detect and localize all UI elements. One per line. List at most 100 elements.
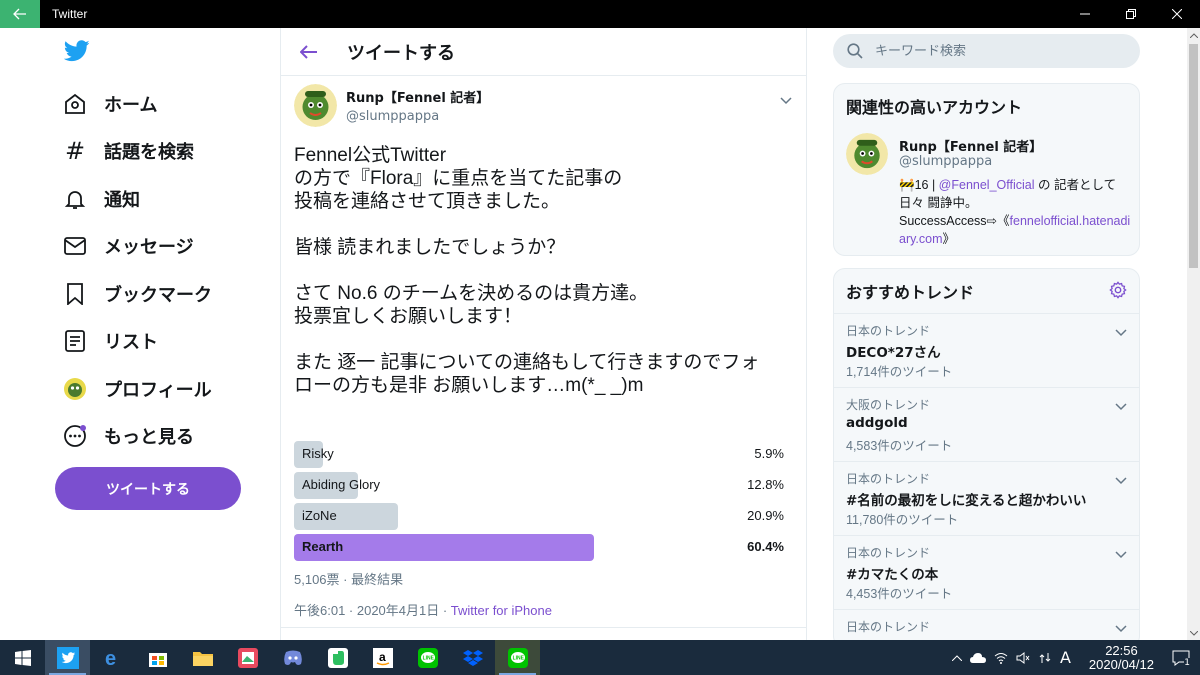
close-button[interactable] [1154,0,1200,28]
network-status-icon[interactable] [1038,652,1052,664]
hashtag-icon: # [64,137,86,165]
trend-context: 日本のトレンド [846,472,931,486]
windows-start-icon[interactable] [0,640,45,675]
amazon-icon[interactable]: a [360,640,405,675]
related-account-avatar[interactable] [846,133,888,175]
store-icon[interactable] [135,640,180,675]
compose-tweet-button[interactable]: ツイートする [55,467,241,510]
chevron-down-icon[interactable] [1115,544,1127,563]
gear-icon [1109,281,1127,299]
trends-settings-button[interactable] [1109,281,1127,303]
file-explorer-icon[interactable] [180,640,225,675]
trend-name: DECO*27さん [846,345,941,361]
discord-icon[interactable] [270,640,315,675]
tweet-detail-header: ツイートする [281,28,806,76]
poll-option-percent: 60.4% [747,539,784,554]
trend-name: addgold [846,415,908,431]
left-navigation: ホーム # 話題を検索 通知 メッセージ ブックマーク リスト プロフィール も… [0,28,280,640]
tweet-author[interactable]: Runp【Fennel 記者】 @slumppappa [346,87,489,124]
chevron-down-icon[interactable] [1115,396,1127,415]
trend-item[interactable]: 日本のトレンド DECO*27さん 1,714件のツイート [834,313,1139,387]
nav-profile[interactable]: プロフィール [62,371,212,407]
trend-item[interactable]: 大阪のトレンド addgold 4,583件のツイート [834,387,1139,461]
nav-lists[interactable]: リスト [62,323,158,359]
nav-messages-label: メッセージ [104,237,194,258]
trend-name: #カマたくの本 [846,567,939,583]
divider [281,627,806,628]
poll-option: Abiding Glory 12.8% [294,472,784,499]
chevron-down-icon [780,97,792,105]
trend-item[interactable]: 日本のトレンド [834,609,1139,640]
search-input[interactable] [875,43,1115,59]
scroll-down-arrow-icon[interactable] [1187,626,1200,640]
nav-notifications[interactable]: 通知 [62,181,140,217]
scrollbar-thumb[interactable] [1189,44,1198,268]
twitter-logo-icon[interactable] [63,40,90,66]
nav-home[interactable]: ホーム [62,86,157,122]
related-accounts-title: 関連性の高いアカウント [846,98,1023,117]
nav-explore-label: 話題を検索 [104,142,194,163]
svg-text:LINE: LINE [512,655,524,661]
system-clock[interactable]: 22:56 2020/04/12 [1085,643,1158,672]
scroll-up-arrow-icon[interactable] [1187,28,1200,42]
wifi-icon[interactable] [994,652,1008,664]
onedrive-cloud-icon[interactable] [969,652,986,663]
poll-option-label: iZoNe [302,508,337,523]
restore-button[interactable] [1108,0,1154,28]
dropbox-icon[interactable] [450,640,495,675]
poll-option: iZoNe 20.9% [294,503,784,530]
bio-mention-link[interactable]: @Fennel_Official [939,178,1035,192]
back-button[interactable] [0,0,40,28]
poll-option-percent: 12.8% [747,477,784,492]
poll-meta: 5,106票 · 最終結果 [294,572,404,587]
trend-tweet-count: 4,583件のツイート [846,439,953,453]
notification-center-icon[interactable]: 1 [1172,650,1190,668]
svg-text:a: a [379,650,386,664]
twitter-app-icon[interactable] [45,640,90,675]
tweet-source-link[interactable]: Twitter for iPhone [451,603,552,618]
trend-tweet-count: 1,714件のツイート [846,365,953,379]
related-account-name[interactable]: Runp【Fennel 記者】 [899,136,1042,155]
author-avatar[interactable] [294,84,337,127]
trend-item[interactable]: 日本のトレンド #カマたくの本 4,453件のツイート [834,535,1139,609]
nav-bookmarks[interactable]: ブックマーク [62,276,212,312]
nav-notifications-label: 通知 [104,190,140,211]
tweet-text: Fennel公式Twitter の方で『Flora』に重点を当てた記事の 投稿を… [294,145,760,396]
trend-context: 日本のトレンド [846,324,931,338]
svg-text:LINE: LINE [422,655,434,661]
page-title: ツイートする [347,42,455,64]
back-arrow-button[interactable] [297,40,321,64]
line-app-active-icon[interactable]: LINE [495,640,540,675]
search-box[interactable] [833,34,1140,68]
chevron-up-icon[interactable] [951,654,962,661]
line-app-icon[interactable]: LINE [405,640,450,675]
evernote-icon[interactable] [315,640,360,675]
photo-app-icon[interactable] [225,640,270,675]
chevron-down-icon[interactable] [1115,618,1127,637]
tweet-timestamp[interactable]: 午後6:01 · 2020年4月1日 · [294,603,451,618]
tweet-timestamp-line: 午後6:01 · 2020年4月1日 · Twitter for iPhone [294,600,552,619]
chevron-down-icon[interactable] [1115,322,1127,341]
chevron-down-icon[interactable] [1115,470,1127,489]
nav-more[interactable]: もっと見る [62,418,194,454]
trend-context: 日本のトレンド [846,546,931,560]
nav-explore[interactable]: # 話題を検索 [62,133,194,169]
minimize-button[interactable] [1062,0,1108,28]
page-scrollbar[interactable] [1187,28,1200,640]
tweet-menu-button[interactable] [780,90,792,109]
related-account-handle: @slumppappa [899,154,993,169]
nav-messages[interactable]: メッセージ [62,228,194,264]
trend-tweet-count: 11,780件のツイート [846,513,959,527]
trend-context: 日本のトレンド [846,620,931,634]
mail-icon [62,233,88,259]
system-tray: A 22:56 2020/04/12 1 [948,640,1200,675]
poll-option: Rearth 60.4% [294,534,784,561]
edge-browser-icon[interactable]: e [90,640,135,675]
trend-item[interactable]: 日本のトレンド #名前の最初をしに変えると超かわいい 11,780件のツイート [834,461,1139,535]
nav-profile-label: プロフィール [104,380,212,401]
volume-muted-icon[interactable] [1016,651,1030,664]
bio-end: 》 [942,232,956,246]
ime-indicator[interactable]: A [1060,648,1071,667]
nav-more-label: もっと見る [104,427,194,448]
more-dots-icon [62,423,88,449]
